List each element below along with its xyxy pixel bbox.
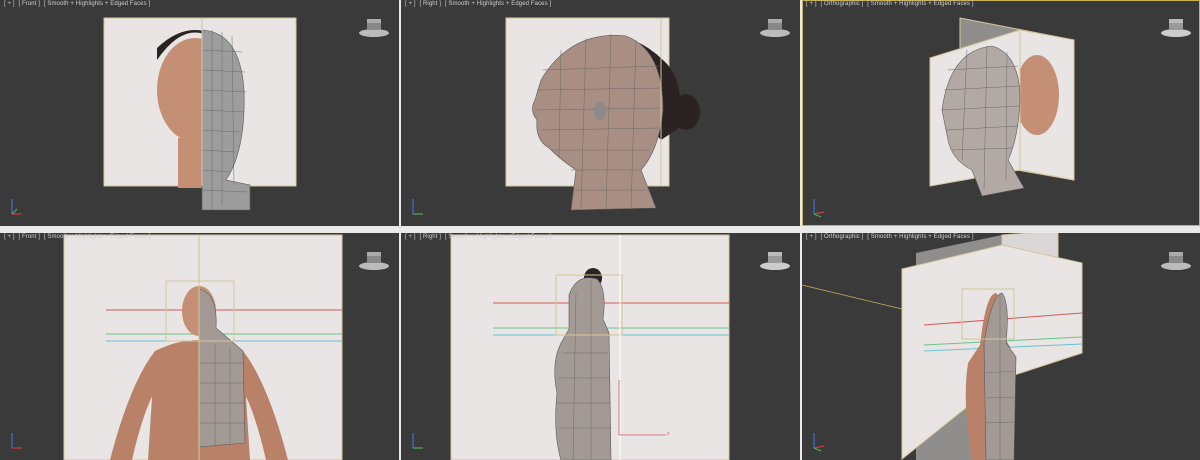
viewport-right-top[interactable]: [ + ] [ Right ] [ Smooth + Highlights + … (401, 0, 800, 226)
viewport-shading-mode[interactable]: [ Smooth + Highlights + Edged Faces ] (867, 234, 973, 240)
scene-render[interactable] (0, 233, 399, 460)
viewcube-icon[interactable] (757, 249, 793, 271)
viewport-menu[interactable]: [ + ] (806, 234, 817, 240)
viewport-view-name[interactable]: [ Right ] (419, 1, 441, 7)
viewcube-icon[interactable] (1158, 16, 1194, 38)
viewport-view-name[interactable]: [ Front ] (18, 1, 40, 7)
scene-render[interactable] (0, 0, 399, 226)
viewport-label[interactable]: [ + ] [ Front ] [ Smooth + Highlights + … (4, 1, 152, 7)
viewport-view-name[interactable]: [ Front ] (18, 234, 40, 240)
axis-tripod-icon (412, 199, 423, 215)
viewcube-icon[interactable] (356, 249, 392, 271)
viewcube-icon[interactable] (757, 16, 793, 38)
axis-tripod-icon (813, 199, 825, 218)
scene-render[interactable] (802, 233, 1200, 460)
axis-tripod-icon (813, 433, 825, 452)
axis-tripod-icon (11, 433, 22, 449)
viewport-shading-mode[interactable]: [ Smooth + Highlights + Edged Faces ] (445, 1, 551, 7)
viewport-right-bottom[interactable]: [ + ] [ Right ] [ Smooth + Highlights + … (401, 233, 800, 460)
viewcube-icon[interactable] (1158, 249, 1194, 271)
viewport-menu[interactable]: [ + ] (405, 234, 416, 240)
viewport-front-top[interactable]: [ + ] [ Front ] [ Smooth + Highlights + … (0, 0, 399, 226)
viewport-front-bottom[interactable]: [ + ] [ Front ] [ Smooth + Highlights + … (0, 233, 399, 460)
viewport-layout: [ + ] [ Front ] [ Smooth + Highlights + … (0, 0, 1200, 460)
viewport-label[interactable]: [ + ] [ Right ] [ Smooth + Highlights + … (405, 234, 553, 240)
viewport-label[interactable]: [ + ] [ Front ] [ Smooth + Highlights + … (4, 234, 152, 240)
scene-render[interactable] (401, 0, 800, 226)
viewport-view-name[interactable]: [ Right ] (419, 234, 441, 240)
viewport-menu[interactable]: [ + ] (4, 1, 15, 7)
viewport-shading-mode[interactable]: [ Smooth + Highlights + Edged Faces ] (44, 1, 150, 7)
axis-tripod-icon (11, 199, 22, 215)
viewcube-icon[interactable] (356, 16, 392, 38)
viewport-shading-mode[interactable]: [ Smooth + Highlights + Edged Faces ] (445, 234, 551, 240)
viewport-shading-mode[interactable]: [ Smooth + Highlights + Edged Faces ] (44, 234, 150, 240)
viewport-label[interactable]: [ + ] [ Orthographic ] [ Smooth + Highli… (806, 234, 976, 240)
scene-render[interactable]: y x (401, 233, 800, 460)
viewport-view-name[interactable]: [ Orthographic ] (820, 1, 863, 7)
viewport-ortho-top[interactable]: [ + ] [ Orthographic ] [ Smooth + Highli… (802, 0, 1200, 226)
axis-tripod-icon (412, 433, 423, 449)
viewport-label[interactable]: [ + ] [ Right ] [ Smooth + Highlights + … (405, 1, 553, 7)
viewport-menu[interactable]: [ + ] (806, 1, 817, 7)
scene-render[interactable] (802, 0, 1200, 226)
viewport-view-name[interactable]: [ Orthographic ] (820, 234, 863, 240)
viewport-menu[interactable]: [ + ] (4, 234, 15, 240)
viewport-label[interactable]: [ + ] [ Orthographic ] [ Smooth + Highli… (806, 1, 976, 7)
viewport-ortho-bottom[interactable]: [ + ] [ Orthographic ] [ Smooth + Highli… (802, 233, 1200, 460)
viewport-shading-mode[interactable]: [ Smooth + Highlights + Edged Faces ] (867, 1, 973, 7)
viewport-menu[interactable]: [ + ] (405, 1, 416, 7)
